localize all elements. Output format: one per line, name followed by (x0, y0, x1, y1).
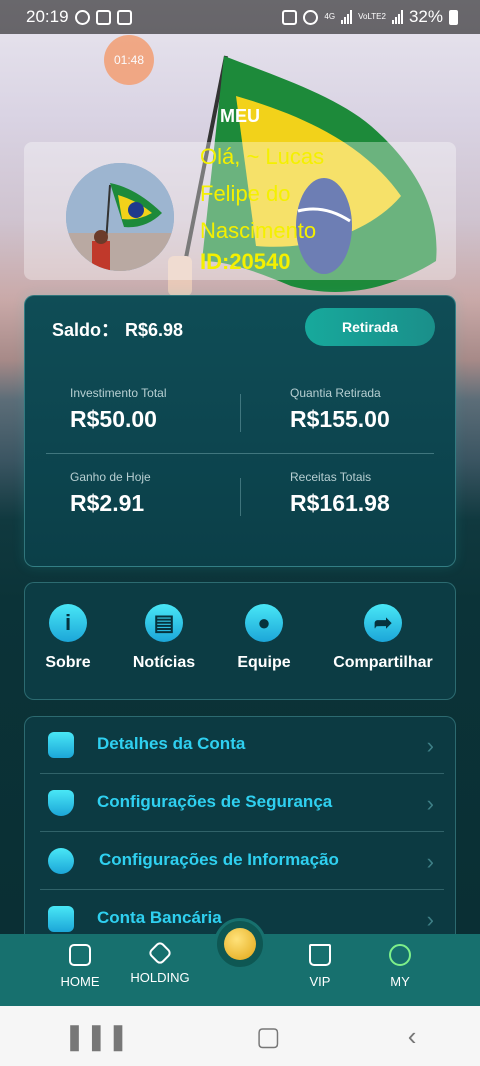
shield-icon (48, 790, 74, 816)
stat-label-withdrawn: Quantia Retirada (290, 386, 381, 400)
cube-icon (147, 940, 173, 966)
stat-label-today-earnings: Ganho de Hoje (70, 470, 151, 484)
stat-label-total-investment: Investimento Total (70, 386, 167, 400)
menu-item-security-settings[interactable]: Configurações de Segurança › (40, 774, 444, 832)
stat-value-today-earnings: R$2.91 (70, 490, 145, 516)
menu-item-label: Detalhes da Conta (97, 734, 246, 753)
stat-value-total-investment: R$50.00 (70, 406, 157, 432)
withdraw-button[interactable]: Retirada (305, 308, 435, 346)
account-card-icon (48, 732, 74, 758)
home-nav-icon[interactable]: ▢ (256, 1021, 281, 1052)
chevron-right-icon: › (426, 791, 434, 816)
chevron-right-icon: › (426, 907, 434, 932)
action-share[interactable]: ➦ Compartilhar (330, 604, 436, 672)
tab-label: MY (390, 974, 410, 989)
crown-icon (309, 944, 331, 966)
news-icon: ▤ (145, 604, 183, 642)
balance-value: R$6.98 (125, 320, 184, 340)
gear-icon (48, 848, 74, 874)
tab-vip[interactable]: VIP (285, 944, 355, 989)
greeting-text: Olá, ~ Lucas Felipe do Nascimento (200, 144, 325, 243)
action-label: Equipe (237, 654, 291, 671)
alarm-icon (303, 9, 319, 25)
menu-item-label: Conta Bancária (97, 908, 222, 927)
battery-percent: 32% (408, 7, 443, 26)
system-nav-bar: ❚❚❚ ▢ ‹ (0, 1006, 480, 1066)
menu-item-information-settings[interactable]: Configurações de Informação › (40, 832, 444, 890)
center-coin-button[interactable] (214, 918, 266, 970)
battery-icon (449, 9, 458, 25)
tab-label: VIP (309, 974, 331, 989)
recent-apps-icon[interactable]: ❚❚❚ (64, 1021, 129, 1052)
menu-item-label: Configurações de Segurança (97, 792, 333, 811)
action-news[interactable]: ▤ Notícias (128, 604, 200, 672)
menu-item-account-details[interactable]: Detalhes da Conta › (40, 716, 444, 774)
tab-label: HOLDING (130, 970, 190, 985)
screen: 20:19 4G VoLTE2 32% 01:48 MEU Olá, ~ Luc… (0, 0, 480, 1066)
whatsapp-icon (74, 9, 90, 25)
network-type: 4G (324, 12, 336, 21)
action-label: Sobre (45, 654, 91, 671)
tab-home[interactable]: HOME (45, 944, 115, 989)
action-label: Compartilhar (333, 654, 433, 671)
action-about[interactable]: i Sobre (40, 604, 96, 672)
face-icon (389, 944, 411, 966)
info-icon: i (49, 604, 87, 642)
stat-value-total-revenue: R$161.98 (290, 490, 390, 516)
stat-divider (240, 478, 241, 516)
status-time: 20:19 (26, 7, 69, 26)
user-id: ID:20540 (200, 249, 291, 274)
gallery-icon (95, 9, 111, 25)
chevron-right-icon: › (426, 849, 434, 874)
stat-label-total-revenue: Receitas Totais (290, 470, 372, 484)
avatar[interactable] (66, 163, 174, 271)
lock-icon (282, 9, 298, 25)
share-icon: ➦ (364, 604, 402, 642)
tab-label: HOME (60, 974, 100, 989)
home-icon (69, 944, 91, 966)
signal-icon (341, 10, 353, 24)
tab-my[interactable]: MY (365, 944, 435, 989)
stats-divider (46, 453, 434, 454)
page-title: MEU (220, 106, 260, 126)
user-icon: ● (245, 604, 283, 642)
balance-summary: Saldo： R$6.98 (46, 316, 183, 342)
chevron-right-icon: › (426, 733, 434, 758)
balance-label: Saldo： (52, 320, 120, 340)
status-bar: 20:19 4G VoLTE2 32% (0, 0, 480, 34)
notification-icon (116, 9, 132, 25)
back-icon[interactable]: ‹ (408, 1021, 417, 1052)
avatar-image (66, 163, 174, 271)
stat-divider (240, 394, 241, 432)
bank-card-icon (48, 906, 74, 932)
stat-value-withdrawn: R$155.00 (290, 406, 390, 432)
coin-icon (224, 928, 256, 960)
signal-icon-2 (391, 10, 403, 24)
volte-label: VoLTE2 (358, 12, 386, 21)
action-label: Notícias (132, 654, 196, 671)
overlay-timer: 01:48 (104, 35, 154, 85)
tab-holding[interactable]: HOLDING (125, 940, 195, 985)
menu-item-label: Configurações de Informação (99, 850, 339, 869)
action-team[interactable]: ● Equipe (232, 604, 296, 672)
